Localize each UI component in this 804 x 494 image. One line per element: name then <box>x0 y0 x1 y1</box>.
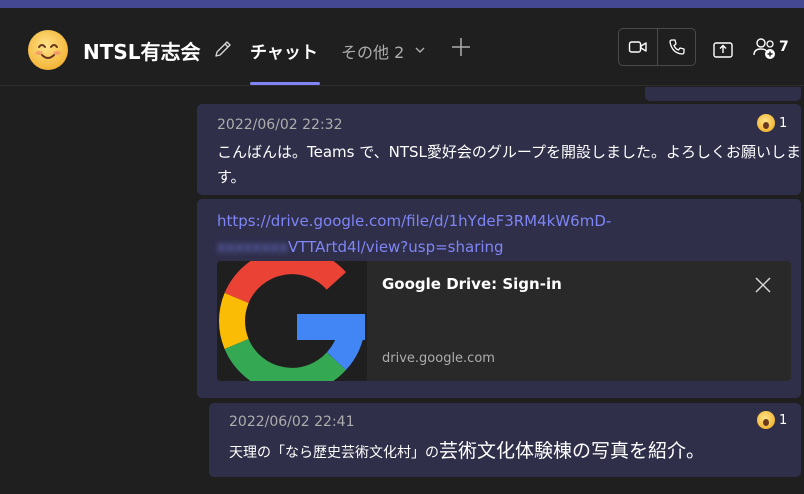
link-preview-domain: drive.google.com <box>382 351 495 366</box>
message-link[interactable]: https://drive.google.com/file/d/1hYdeF3R… <box>217 208 657 260</box>
group-avatar[interactable] <box>28 30 68 70</box>
surprised-face-icon <box>757 411 775 429</box>
reaction-badge[interactable]: 1 <box>757 114 787 132</box>
message-text-large: 芸術文化体験棟の写真を紹介。 <box>439 440 706 462</box>
add-tab-plus-icon[interactable] <box>450 36 472 58</box>
active-tab-indicator <box>250 82 320 85</box>
message-bubble[interactable]: 2022/06/02 22:41 1 天理の「なら歴史芸術文化村」の芸術文化体験… <box>209 403 801 477</box>
message-timestamp: 2022/06/02 22:32 <box>217 117 343 133</box>
chevron-down-icon[interactable] <box>414 45 426 55</box>
chat-header: NTSL有志会 チャット その他 2 7 <box>0 8 804 86</box>
audio-call-button[interactable] <box>657 29 695 65</box>
message-text-line: こんばんは。Teams で、NTSL愛好会のグループを開設しました。よろしくお願… <box>217 143 801 161</box>
pencil-edit-icon[interactable] <box>212 38 234 60</box>
message-text-small: 天理の「なら歴史芸術文化村」の <box>229 445 439 461</box>
chat-title: NTSL有志会 <box>83 40 201 64</box>
reaction-count: 1 <box>779 412 788 428</box>
link-preview-title[interactable]: Google Drive: Sign-in <box>382 275 562 293</box>
link-line[interactable]: https://drive.google.com/file/d/1hYdeF3R… <box>217 208 657 234</box>
tab-chat[interactable]: チャット <box>250 38 318 63</box>
video-call-button[interactable] <box>619 29 657 65</box>
reaction-count: 1 <box>779 115 788 131</box>
link-preview-thumbnail <box>217 261 367 381</box>
participant-count: 7 <box>779 39 789 55</box>
call-button-group <box>618 28 696 66</box>
message-text: 天理の「なら歴史芸術文化村」の芸術文化体験棟の写真を紹介。 <box>229 439 705 466</box>
link-preview-card[interactable]: Google Drive: Sign-in drive.google.com <box>217 261 791 381</box>
video-camera-icon <box>628 41 647 53</box>
link-line-end[interactable]: VTTArtd4l/view?usp=sharing <box>288 238 504 256</box>
message-text: こんばんは。Teams で、NTSL愛好会のグループを開設しました。よろしくお願… <box>217 140 801 190</box>
message-timestamp: 2022/06/02 22:41 <box>229 414 355 430</box>
previous-message-bubble[interactable] <box>645 87 801 101</box>
smiling-face-icon <box>35 44 61 59</box>
surprised-face-icon <box>757 114 775 132</box>
tab-more[interactable]: その他 2 <box>341 39 404 63</box>
message-bubble[interactable]: 2022/06/02 22:32 1 こんばんは。Teams で、NTSL愛好会… <box>197 104 801 195</box>
message-bubble[interactable]: https://drive.google.com/file/d/1hYdeF3R… <box>197 199 801 398</box>
share-screen-icon[interactable] <box>712 38 734 60</box>
chat-message-list[interactable]: 2022/06/02 22:32 1 こんばんは。Teams で、NTSL愛好会… <box>0 87 804 494</box>
phone-icon <box>668 39 685 55</box>
google-g-logo-icon <box>219 261 365 381</box>
participants-icon[interactable] <box>752 36 778 60</box>
link-redacted-part: xxxxxxxx <box>217 238 289 256</box>
message-text-line: す。 <box>217 168 246 186</box>
link-line[interactable]: xxxxxxxxVTTArtd4l/view?usp=sharing <box>217 234 657 260</box>
reaction-badge[interactable]: 1 <box>757 411 787 429</box>
top-accent-strip <box>0 0 804 8</box>
close-icon[interactable] <box>753 275 773 295</box>
